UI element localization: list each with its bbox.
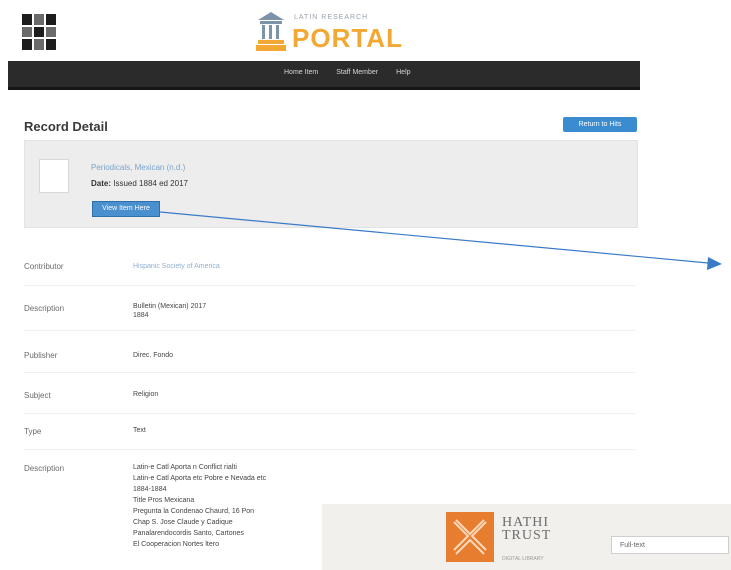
document-thumbnail-icon[interactable] — [39, 159, 69, 193]
field-value-subject: Religion — [133, 391, 159, 398]
field-label-description: Description — [24, 304, 65, 313]
field-value-line: Latin-e Catl Aporta etc Pobre e Nevada e… — [133, 475, 267, 482]
hathitrust-subtitle: DIGITAL LIBRARY — [502, 556, 544, 562]
field-value-publisher: Direc. Fondo — [133, 352, 174, 359]
nav-item-help[interactable]: Help — [396, 69, 410, 76]
field-value-line: Bulletin (Mexican) 2017 — [133, 303, 207, 310]
hathitrust-wordmark: HATHI TRUST — [502, 516, 552, 543]
field-value-line: El Cooperacion Nortes ltero — [133, 541, 219, 548]
divider — [24, 372, 636, 373]
divider — [24, 330, 636, 331]
divider — [24, 413, 636, 414]
date-label: Date: — [91, 179, 112, 188]
record-summary: Periodicals, Mexican (n.d.) Date: Issued… — [24, 140, 638, 228]
fulltext-search-input[interactable]: Full-text — [611, 536, 729, 554]
date-value: Issued 1884 ed 2017 — [113, 179, 188, 188]
top-navbar: Home Item Staff Member Help — [8, 61, 640, 90]
arrowhead-icon — [707, 257, 722, 270]
field-value-line: Panalarendocordis Santo, Cartones — [133, 530, 244, 537]
grid-logo-icon[interactable] — [22, 14, 56, 50]
nav-menu: Home Item Staff Member Help — [284, 69, 411, 76]
field-value-description: Bulletin (Mexican) 2017 1884 — [133, 302, 206, 320]
divider — [24, 449, 636, 450]
hathitrust-logo-icon[interactable] — [446, 512, 494, 562]
field-value-line: Pregunta la Condenao Chaurd, 16 Pon — [133, 508, 255, 515]
nav-item-staff[interactable]: Staff Member — [336, 69, 378, 76]
field-value-line: Title Pros Mexicana — [133, 497, 195, 504]
field-label-publisher: Publisher — [24, 351, 58, 360]
portal-logo[interactable]: LATIN RESEARCH PORTAL — [256, 8, 426, 60]
field-value-description-2: Latin-e Catl Aporta n Conflict rialti La… — [133, 462, 266, 550]
view-item-button[interactable]: View Item Here — [92, 201, 160, 217]
portal-title: PORTAL — [292, 23, 403, 53]
page-title: Record Detail — [24, 119, 108, 134]
divider — [24, 285, 636, 286]
portal-subtitle: LATIN RESEARCH — [294, 14, 369, 21]
record-title-link[interactable]: Periodicals, Mexican (n.d.) — [91, 163, 185, 172]
hathitrust-banner: HATHI TRUST DIGITAL LIBRARY Full-text — [322, 504, 731, 570]
field-label-description-2: Description — [24, 464, 65, 473]
field-value-line: Chap S. Jose Claude y Cadique — [133, 519, 233, 526]
return-button[interactable]: Return to Hits — [563, 117, 637, 132]
field-label-type: Type — [24, 427, 42, 436]
building-icon — [256, 12, 286, 51]
field-value-line: 1884-1884 — [133, 486, 167, 493]
record-date: Date: Issued 1884 ed 2017 — [91, 179, 188, 188]
hathitrust-wordmark-line2: TRUST — [502, 528, 552, 543]
field-value-contributor[interactable]: Hispanic Society of America — [133, 262, 220, 271]
field-label-subject: Subject — [24, 391, 51, 400]
field-value-line: Latin-e Catl Aporta n Conflict rialti — [133, 464, 237, 471]
nav-item-home[interactable]: Home Item — [284, 69, 318, 76]
field-value-type: Text — [133, 427, 146, 434]
field-label-contributor: Contributor — [24, 262, 64, 271]
field-value-line: 1884 — [133, 312, 149, 319]
